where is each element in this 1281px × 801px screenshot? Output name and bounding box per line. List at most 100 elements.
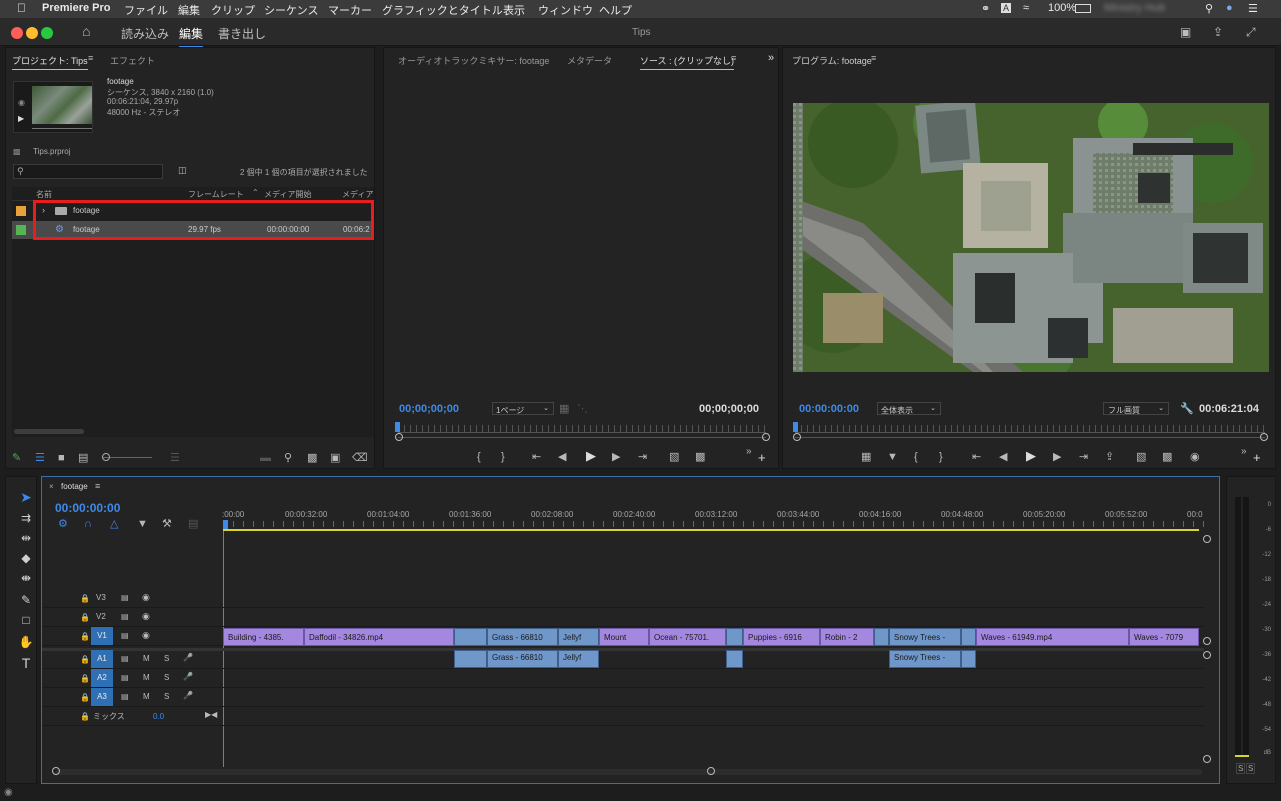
- overwrite-icon[interactable]: ▩: [1162, 451, 1172, 463]
- rectangle-tool-icon[interactable]: □: [17, 613, 35, 629]
- menu-file[interactable]: ファイル: [124, 2, 168, 18]
- snap-icon[interactable]: ∩: [84, 518, 92, 530]
- playhead[interactable]: [793, 422, 798, 432]
- timeline-clip[interactable]: Ocean - 75701.: [649, 628, 726, 646]
- sync-lock-icon[interactable]: ▤: [121, 673, 129, 682]
- scroll-handle[interactable]: [52, 767, 60, 775]
- go-to-in-icon[interactable]: ⇤: [532, 451, 541, 463]
- apple-icon[interactable]: : [17, 1, 26, 15]
- horizontal-scrollbar[interactable]: [14, 429, 84, 434]
- scroll-handle[interactable]: [762, 433, 770, 441]
- mute-button[interactable]: M: [143, 692, 150, 701]
- account-name[interactable]: Ministry Hub: [1104, 2, 1165, 14]
- menu-marker[interactable]: マーカー: [328, 2, 372, 18]
- nest-icon[interactable]: ⚙: [58, 518, 68, 530]
- lock-icon[interactable]: 🔒: [80, 693, 90, 702]
- list-view-icon[interactable]: ☰: [35, 452, 45, 464]
- scroll-handle[interactable]: [1260, 433, 1268, 441]
- quality-select[interactable]: フル画質 ⌄: [1103, 402, 1169, 415]
- fullscreen-icon[interactable]: ⤢: [1246, 25, 1256, 40]
- play-icon[interactable]: ▶: [586, 449, 596, 462]
- render-status-icon[interactable]: ◉: [4, 787, 13, 798]
- share-icon[interactable]: ⇪: [1213, 25, 1223, 39]
- tab-effects[interactable]: エフェクト: [110, 54, 155, 67]
- new-item-icon[interactable]: ▣: [330, 452, 340, 464]
- mark-in-icon[interactable]: {: [477, 451, 481, 463]
- program-timecode[interactable]: 00:00:00:00: [799, 403, 859, 415]
- playhead-handle[interactable]: [223, 520, 228, 529]
- workspace-export[interactable]: 書き出し: [218, 25, 266, 42]
- microphone-icon[interactable]: 🎤: [183, 672, 193, 681]
- new-bin-icon[interactable]: ▩: [307, 452, 317, 464]
- vertical-scroll-handle[interactable]: [1203, 535, 1211, 543]
- audio-clip[interactable]: Jellyf: [558, 650, 599, 668]
- solo-button[interactable]: S: [164, 692, 169, 701]
- pen-tool-icon[interactable]: ✎: [17, 593, 35, 609]
- add-button-icon[interactable]: +: [758, 451, 766, 464]
- scroll-handle[interactable]: [793, 433, 801, 441]
- zoom-select[interactable]: 全体表示 ⌄: [877, 402, 941, 415]
- column-name[interactable]: 名前: [36, 189, 52, 200]
- creative-cloud-icon[interactable]: ⚭: [981, 2, 990, 15]
- zoom-window-button[interactable]: [41, 27, 53, 39]
- sync-lock-icon[interactable]: ▤: [121, 631, 129, 640]
- razor-tool-icon[interactable]: ◆: [17, 551, 35, 567]
- zoom-scrollbar[interactable]: [398, 437, 766, 438]
- close-window-button[interactable]: [11, 27, 23, 39]
- track-target-v1[interactable]: V1: [91, 627, 113, 645]
- project-menu-icon[interactable]: ≡: [88, 53, 93, 63]
- lock-icon[interactable]: 🔒: [80, 632, 90, 641]
- track-target-a1[interactable]: A1: [91, 650, 113, 668]
- go-to-out-icon[interactable]: ⇥: [1079, 451, 1088, 463]
- button-editor-overflow-icon[interactable]: »: [746, 446, 752, 458]
- audio-clip[interactable]: [726, 650, 743, 668]
- step-forward-icon[interactable]: ▶: [612, 451, 620, 463]
- timeline-clip[interactable]: Daffodil - 34826.mp4: [304, 628, 454, 646]
- mix-end-icon[interactable]: ▶◀: [205, 710, 217, 719]
- control-center-icon[interactable]: ☰: [1248, 2, 1258, 15]
- quick-export-icon[interactable]: ▣: [1180, 25, 1191, 39]
- insert-icon[interactable]: ▧: [1136, 451, 1146, 463]
- sync-lock-icon[interactable]: ▤: [121, 593, 129, 602]
- marker-icon[interactable]: ▼: [887, 451, 898, 463]
- menu-clip[interactable]: クリップ: [211, 2, 255, 18]
- go-to-out-icon[interactable]: ⇥: [638, 451, 647, 463]
- sync-lock-icon[interactable]: ▤: [121, 654, 129, 663]
- timeline-clip[interactable]: [961, 628, 976, 646]
- mute-button[interactable]: M: [143, 673, 150, 682]
- track-target-a3[interactable]: A3: [91, 688, 113, 706]
- captions-icon[interactable]: ▤: [188, 518, 198, 530]
- lock-icon[interactable]: 🔒: [80, 594, 90, 603]
- label-color-swatch[interactable]: [16, 206, 26, 216]
- microphone-icon[interactable]: 🎤: [183, 691, 193, 700]
- zoom-slider-thumb[interactable]: [102, 453, 110, 461]
- mute-button[interactable]: M: [143, 654, 150, 663]
- timeline-clip[interactable]: Waves - 7079: [1129, 628, 1199, 646]
- program-menu-icon[interactable]: ≡: [871, 53, 876, 63]
- sync-lock-icon[interactable]: ▤: [121, 612, 129, 621]
- tab-program[interactable]: プログラム: footage: [792, 54, 872, 67]
- find-icon[interactable]: ⚲: [284, 452, 292, 464]
- timeline-clip[interactable]: Building - 4385.: [223, 628, 304, 646]
- menu-graphics[interactable]: グラフィックとタイトル: [382, 2, 503, 18]
- eye-icon[interactable]: ◉: [142, 592, 150, 603]
- linked-selection-icon[interactable]: △: [110, 518, 118, 530]
- source-timecode[interactable]: 00;00;00;00: [399, 403, 459, 415]
- vertical-scroll-handle[interactable]: [1203, 637, 1211, 645]
- trash-icon[interactable]: ⌫: [352, 452, 368, 464]
- tab-source[interactable]: ソース : (クリップなし): [640, 54, 735, 70]
- timeline-ruler[interactable]: :00:00 00:00:32:00 00:01:04:00 00:01:36:…: [222, 507, 1204, 531]
- battery-icon[interactable]: [1075, 4, 1091, 13]
- track-select-tool-icon[interactable]: ⇉: [17, 511, 35, 527]
- lock-icon[interactable]: 🔒: [80, 613, 90, 622]
- menu-window[interactable]: ウィンドウ: [538, 2, 593, 18]
- tab-sequence[interactable]: footage: [61, 482, 88, 491]
- track-target-a2[interactable]: A2: [91, 669, 113, 687]
- tab-project[interactable]: プロジェクト: Tips: [12, 54, 88, 70]
- overflow-tabs-icon[interactable]: »: [768, 52, 774, 64]
- play-icon[interactable]: ▶: [1026, 449, 1036, 462]
- zoom-scrollbar[interactable]: [795, 437, 1265, 438]
- timeline-menu-icon[interactable]: ≡: [95, 481, 100, 491]
- eye-icon[interactable]: ◉: [142, 630, 150, 641]
- split-icon[interactable]: ⋱: [577, 403, 588, 415]
